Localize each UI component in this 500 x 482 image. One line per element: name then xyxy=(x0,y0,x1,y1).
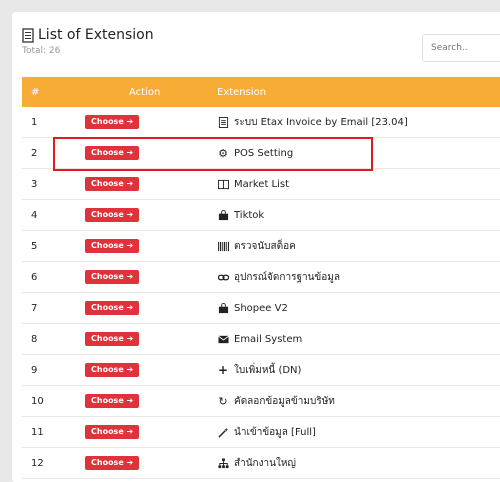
search-input[interactable] xyxy=(422,34,500,62)
table-row: 7 Choose ➔ Shopee V2 xyxy=(22,292,500,324)
row-number: 11 xyxy=(22,416,73,448)
refresh-icon: ↻ xyxy=(218,394,228,408)
extension-name: ระบบ Etax Invoice by Email [23.04] xyxy=(234,116,408,128)
column-header-number: # xyxy=(22,77,73,107)
extension-cell: สำนักงานใหญ่ xyxy=(207,447,500,479)
action-cell: Choose ➔ xyxy=(73,323,207,355)
choose-button[interactable]: Choose ➔ xyxy=(85,394,140,408)
choose-button[interactable]: Choose ➔ xyxy=(85,177,140,191)
choose-button[interactable]: Choose ➔ xyxy=(85,301,140,315)
extension-cell: ระบบ Etax Invoice by Email [23.04] xyxy=(207,107,500,138)
extension-name: นำเข้าข้อมูล [Full] xyxy=(234,426,316,438)
title-row: List of Extension xyxy=(22,27,154,43)
extension-cell: นำเข้าข้อมูล [Full] xyxy=(207,416,500,448)
action-cell: Choose ➔ xyxy=(73,168,207,200)
extension-cell: Tiktok xyxy=(207,199,500,231)
table-row: 5 Choose ➔ ตรวจนับสต็อค xyxy=(22,230,500,262)
row-number: 3 xyxy=(22,168,73,200)
row-number: 10 xyxy=(22,385,73,417)
row-number: 7 xyxy=(22,292,73,324)
envelope-icon xyxy=(217,333,229,345)
choose-button[interactable]: Choose ➔ xyxy=(85,363,140,377)
page-title: List of Extension xyxy=(38,27,154,43)
plus-icon: + xyxy=(217,363,229,377)
action-cell: Choose ➔ xyxy=(73,199,207,231)
magic-wand-icon xyxy=(217,426,229,438)
action-cell: Choose ➔ xyxy=(73,230,207,262)
extension-name: Email System xyxy=(234,333,303,345)
action-cell: Choose ➔ xyxy=(73,354,207,386)
highlight-box xyxy=(53,137,373,171)
choose-button[interactable]: Choose ➔ xyxy=(85,208,140,222)
choose-button[interactable]: Choose ➔ xyxy=(85,270,140,284)
extension-cell: + ใบเพิ่มหนี้ (DN) xyxy=(207,354,500,386)
extension-name: สำนักงานใหญ่ xyxy=(234,457,296,469)
extension-cell: อุปกรณ์จัดการฐานข้อมูล xyxy=(207,261,500,293)
extension-name: Tiktok xyxy=(234,209,265,221)
column-header-action: Action xyxy=(73,77,207,107)
action-cell: Choose ➔ xyxy=(73,447,207,479)
action-cell: Choose ➔ xyxy=(73,261,207,293)
barcode-icon xyxy=(217,240,229,252)
extension-cell: Email System xyxy=(207,323,500,355)
extension-cell: Market List xyxy=(207,168,500,200)
choose-button[interactable]: Choose ➔ xyxy=(85,425,140,439)
extension-panel: List of Extension Total: 26 # Action Ext… xyxy=(12,12,500,482)
row-number: 9 xyxy=(22,354,73,386)
choose-button[interactable]: Choose ➔ xyxy=(85,239,140,253)
link-icon xyxy=(217,271,229,283)
list-document-icon xyxy=(22,27,34,43)
table-row: 12 Choose ➔ สำนักงานใหญ่ xyxy=(22,447,500,479)
extension-name: Market List xyxy=(234,178,290,190)
column-header-extension: Extension xyxy=(207,77,500,107)
table-row: 9 Choose ➔ + ใบเพิ่มหนี้ (DN) xyxy=(22,354,500,386)
row-number: 8 xyxy=(22,323,73,355)
row-number: 5 xyxy=(22,230,73,262)
extension-cell: Shopee V2 xyxy=(207,292,500,324)
table-row: 4 Choose ➔ Tiktok xyxy=(22,199,500,231)
extension-name: อุปกรณ์จัดการฐานข้อมูล xyxy=(234,271,340,283)
choose-button[interactable]: Choose ➔ xyxy=(85,332,140,346)
action-cell: Choose ➔ xyxy=(73,292,207,324)
row-number: 6 xyxy=(22,261,73,293)
extension-name: ใบเพิ่มหนี้ (DN) xyxy=(234,364,302,376)
sitemap-icon xyxy=(217,457,229,469)
row-number: 4 xyxy=(22,199,73,231)
extension-name: คัดลอกข้อมูลข้ามบริษัท xyxy=(234,395,335,407)
row-number: 12 xyxy=(22,447,73,479)
action-cell: Choose ➔ xyxy=(73,107,207,138)
table-row: 8 Choose ➔ Email System xyxy=(22,323,500,355)
extension-cell: ตรวจนับสต็อค xyxy=(207,230,500,262)
columns-icon xyxy=(217,178,229,190)
extension-name: ตรวจนับสต็อค xyxy=(234,240,296,252)
table-row: 3 Choose ➔ Market List xyxy=(22,168,500,200)
extension-name: Shopee V2 xyxy=(234,302,288,314)
table-row: 1 Choose ➔ ระบบ Etax Invoice by Email [23.… xyxy=(22,107,500,138)
shopping-bag-icon xyxy=(217,302,229,314)
table-row: 6 Choose ➔ อุปกรณ์จัดการฐานข้อมูล xyxy=(22,261,500,293)
extension-cell: ↻ คัดลอกข้อมูลข้ามบริษัท xyxy=(207,385,500,417)
document-icon xyxy=(217,116,229,128)
row-number: 1 xyxy=(22,107,73,138)
choose-button[interactable]: Choose ➔ xyxy=(85,456,140,470)
table-row: 11 Choose ➔ นำเข้าข้อมูล [Full] xyxy=(22,416,500,448)
table-header-row: # Action Extension xyxy=(22,77,500,107)
action-cell: Choose ➔ xyxy=(73,385,207,417)
choose-button[interactable]: Choose ➔ xyxy=(85,115,140,129)
total-count: Total: 26 xyxy=(22,46,61,56)
action-cell: Choose ➔ xyxy=(73,416,207,448)
table-row: 10 Choose ➔ ↻ คัดลอกข้อมูลข้ามบริษัท xyxy=(22,385,500,417)
shopping-bag-icon xyxy=(217,209,229,221)
